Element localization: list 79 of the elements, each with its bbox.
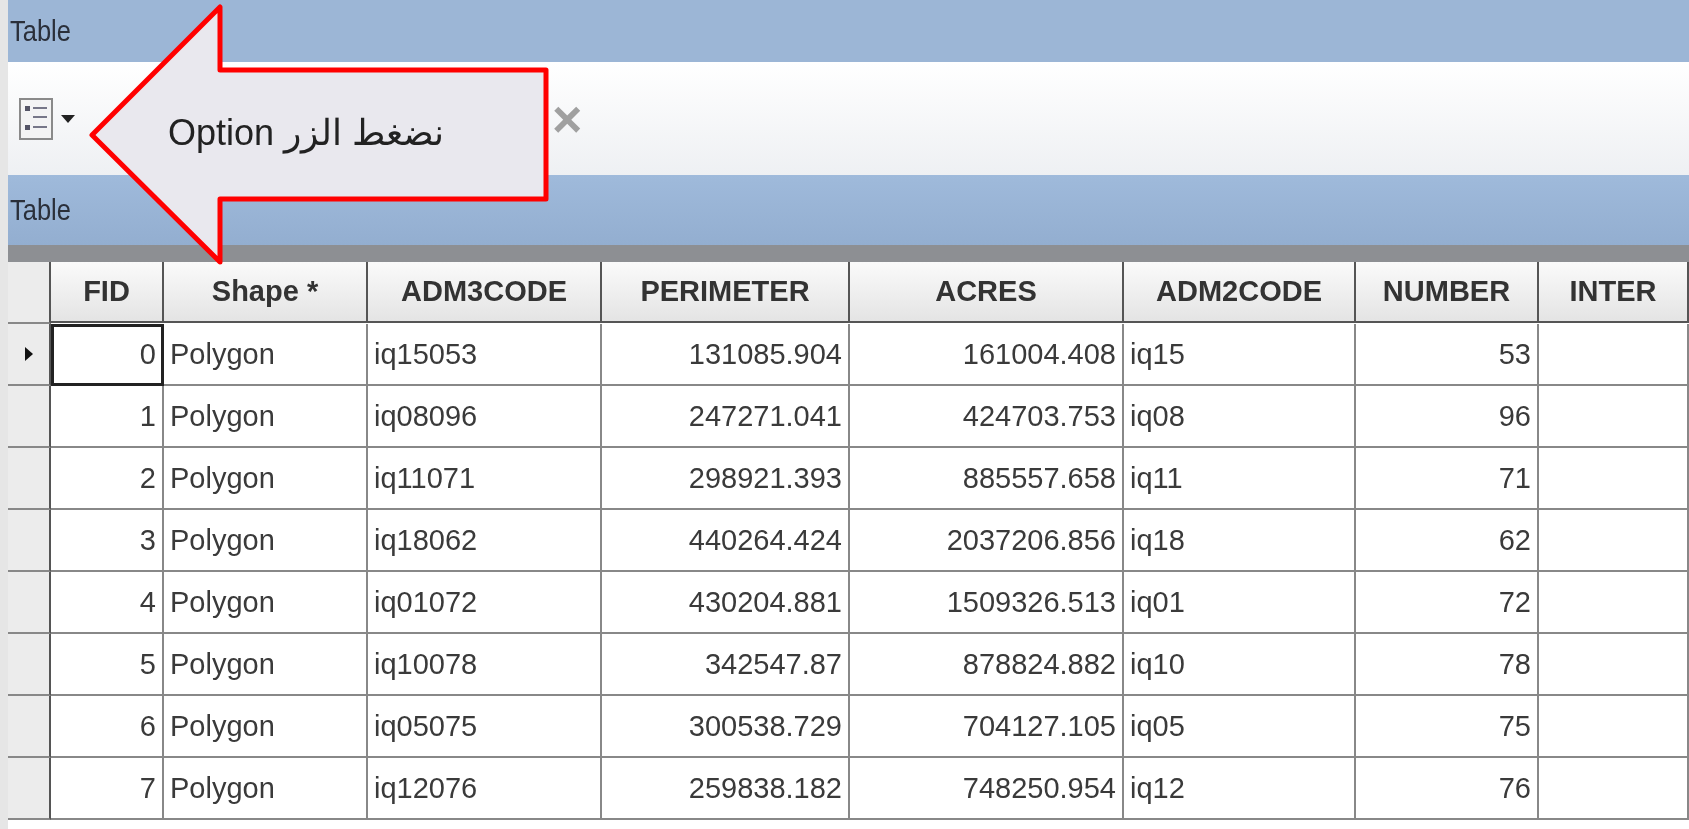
table-cell: 72 <box>1356 572 1539 634</box>
table-cell: Polygon <box>164 386 368 448</box>
table-cell: 878824.882 <box>850 634 1124 696</box>
table-cell: iq10 <box>1124 634 1356 696</box>
caret-icon[interactable] <box>60 113 76 124</box>
column-header[interactable]: INTER <box>1539 262 1689 323</box>
table-cell: 704127.105 <box>850 696 1124 758</box>
current-row-icon <box>24 347 33 361</box>
table-cell: 6 <box>51 696 164 758</box>
table-cell: 430204.881 <box>602 572 850 634</box>
table-cell: iq11071 <box>368 448 602 510</box>
table-cell: Polygon <box>164 634 368 696</box>
column-header[interactable]: Shape * <box>164 262 368 323</box>
table-cell: 885557.658 <box>850 448 1124 510</box>
table-cell: 3 <box>51 510 164 572</box>
row-selector[interactable] <box>8 634 51 696</box>
table-cell: iq01072 <box>368 572 602 634</box>
table-cell: 259838.182 <box>602 758 850 820</box>
table-cell: 300538.729 <box>602 696 850 758</box>
row-selector[interactable] <box>8 386 51 448</box>
table-cell: 748250.954 <box>850 758 1124 820</box>
table-cell: 440264.424 <box>602 510 850 572</box>
table-cell: iq01 <box>1124 572 1356 634</box>
table-cell: iq08 <box>1124 386 1356 448</box>
table-cell: iq18062 <box>368 510 602 572</box>
row-selector[interactable] <box>8 448 51 510</box>
table-cell: 7 <box>51 758 164 820</box>
window-title: Table <box>10 14 71 48</box>
table-cell: iq12076 <box>368 758 602 820</box>
table-cell: 342547.87 <box>602 634 850 696</box>
table-title: Table <box>10 193 71 227</box>
table-cell: iq15053 <box>368 324 602 386</box>
table-cell: 4 <box>51 572 164 634</box>
table-cell: 75 <box>1356 696 1539 758</box>
table-cell: Polygon <box>164 696 368 758</box>
table-options-icon[interactable] <box>18 96 54 141</box>
table-cell: 424703.753 <box>850 386 1124 448</box>
table-cell: 161004.408 <box>850 324 1124 386</box>
table-cell: 5 <box>51 634 164 696</box>
table-cell: iq10078 <box>368 634 602 696</box>
column-header[interactable]: ACRES <box>850 262 1124 323</box>
table-cell: iq05075 <box>368 696 602 758</box>
table-cell: 62 <box>1356 510 1539 572</box>
table-cell: 76 <box>1356 758 1539 820</box>
table-cell: 298921.393 <box>602 448 850 510</box>
table-cell: 1509326.513 <box>850 572 1124 634</box>
table-cell: Polygon <box>164 324 368 386</box>
table-cell: 131085.904 <box>602 324 850 386</box>
table-cell: 0 <box>51 324 164 386</box>
row-selector[interactable] <box>8 572 51 634</box>
row-selector[interactable] <box>8 324 51 386</box>
table-cell: 53 <box>1356 324 1539 386</box>
column-header[interactable]: ADM3CODE <box>368 262 602 323</box>
table-cell: Polygon <box>164 510 368 572</box>
table-cell: iq05 <box>1124 696 1356 758</box>
header-corner <box>8 262 51 324</box>
table-cell: 96 <box>1356 386 1539 448</box>
table-cell: 78 <box>1356 634 1539 696</box>
table-cell: iq12 <box>1124 758 1356 820</box>
table-cell: iq11 <box>1124 448 1356 510</box>
table-cell: 247271.041 <box>602 386 850 448</box>
row-selector[interactable] <box>8 696 51 758</box>
row-selector[interactable] <box>8 510 51 572</box>
callout-text: نضغط الزر Option <box>168 112 445 154</box>
column-header[interactable]: NUMBER <box>1356 262 1539 323</box>
table-cell: 2 <box>51 448 164 510</box>
table-cell: 1 <box>51 386 164 448</box>
table-cell: iq08096 <box>368 386 602 448</box>
table-cell: 2037206.856 <box>850 510 1124 572</box>
column-header[interactable]: ADM2CODE <box>1124 262 1356 323</box>
row-selector[interactable] <box>8 758 51 820</box>
table-cell: Polygon <box>164 572 368 634</box>
table-cell: Polygon <box>164 448 368 510</box>
table-cell: iq15 <box>1124 324 1356 386</box>
table-cell: iq18 <box>1124 510 1356 572</box>
table-cell: Polygon <box>164 758 368 820</box>
table-cell: 71 <box>1356 448 1539 510</box>
column-header[interactable]: FID <box>51 262 164 323</box>
column-header[interactable]: PERIMETER <box>602 262 850 323</box>
